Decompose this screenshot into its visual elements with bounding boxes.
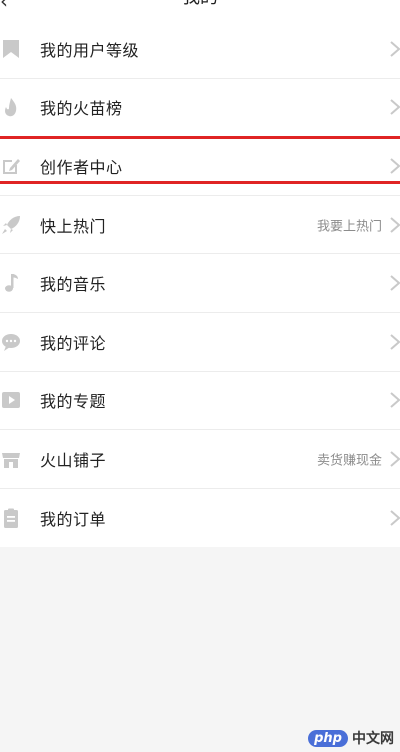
chevron-right-icon xyxy=(390,392,400,409)
chevron-right-icon xyxy=(390,334,400,350)
menu-item-topics[interactable]: 我的专题 xyxy=(0,372,400,431)
menu-item-creator-center[interactable]: 创作者中心 xyxy=(0,137,400,196)
clipboard-icon xyxy=(0,507,22,529)
music-note-icon xyxy=(0,272,22,294)
menu-item-hint: 卖货赚现金 xyxy=(316,453,382,469)
menu-item-label: 快上热门 xyxy=(40,216,107,236)
menu-item-label: 我的火苗榜 xyxy=(40,99,123,119)
bookmark-icon xyxy=(0,38,22,60)
chevron-right-icon xyxy=(390,510,400,526)
chevron-right-icon xyxy=(390,216,400,233)
menu-item-label: 我的评论 xyxy=(40,333,107,353)
watermark-text: 中文网 xyxy=(352,731,394,747)
menu-item-hot-boost[interactable]: 快上热门 我要上热门 xyxy=(0,196,400,255)
video-collection-icon xyxy=(0,389,22,411)
edit-icon xyxy=(0,155,22,177)
chevron-right-icon xyxy=(390,158,400,174)
chevron-right-icon xyxy=(390,275,400,291)
menu-item-music[interactable]: 我的音乐 xyxy=(0,254,400,313)
menu-item-label: 我的订单 xyxy=(40,510,107,530)
menu-item-label: 我的专题 xyxy=(40,392,107,412)
shop-icon xyxy=(0,448,22,470)
menu-item-orders[interactable]: 我的订单 xyxy=(0,489,400,548)
rocket-icon xyxy=(0,214,22,236)
top-bar: ‹ 我的 xyxy=(0,0,400,20)
menu-item-label: 火山铺子 xyxy=(40,450,107,470)
chevron-right-icon xyxy=(390,41,400,57)
menu-item-label: 我的用户等级 xyxy=(40,40,140,60)
menu-item-user-level[interactable]: 我的用户等级 xyxy=(0,20,400,79)
menu-item-flame-rank[interactable]: 我的火苗榜 xyxy=(0,79,400,138)
flame-icon xyxy=(0,96,22,118)
menu-item-label: 创作者中心 xyxy=(40,157,123,177)
menu-item-hint: 我要上热门 xyxy=(316,219,382,235)
watermark: php 中文网 xyxy=(308,728,394,748)
empty-area: php 中文网 xyxy=(0,550,400,752)
chevron-right-icon xyxy=(390,99,400,116)
chevron-right-icon xyxy=(390,451,400,467)
menu-item-volcano-shop[interactable]: 火山铺子 卖货赚现金 xyxy=(0,430,400,489)
menu-item-label: 我的音乐 xyxy=(40,275,107,295)
menu-list: 我的用户等级 我的火苗榜 创作者中心 快上热门 我要上热门 我的音乐 我的评论 … xyxy=(0,20,400,548)
comment-icon xyxy=(0,331,22,353)
menu-item-comments[interactable]: 我的评论 xyxy=(0,313,400,372)
page-title: 我的 xyxy=(0,0,400,8)
watermark-logo: php xyxy=(308,729,348,747)
